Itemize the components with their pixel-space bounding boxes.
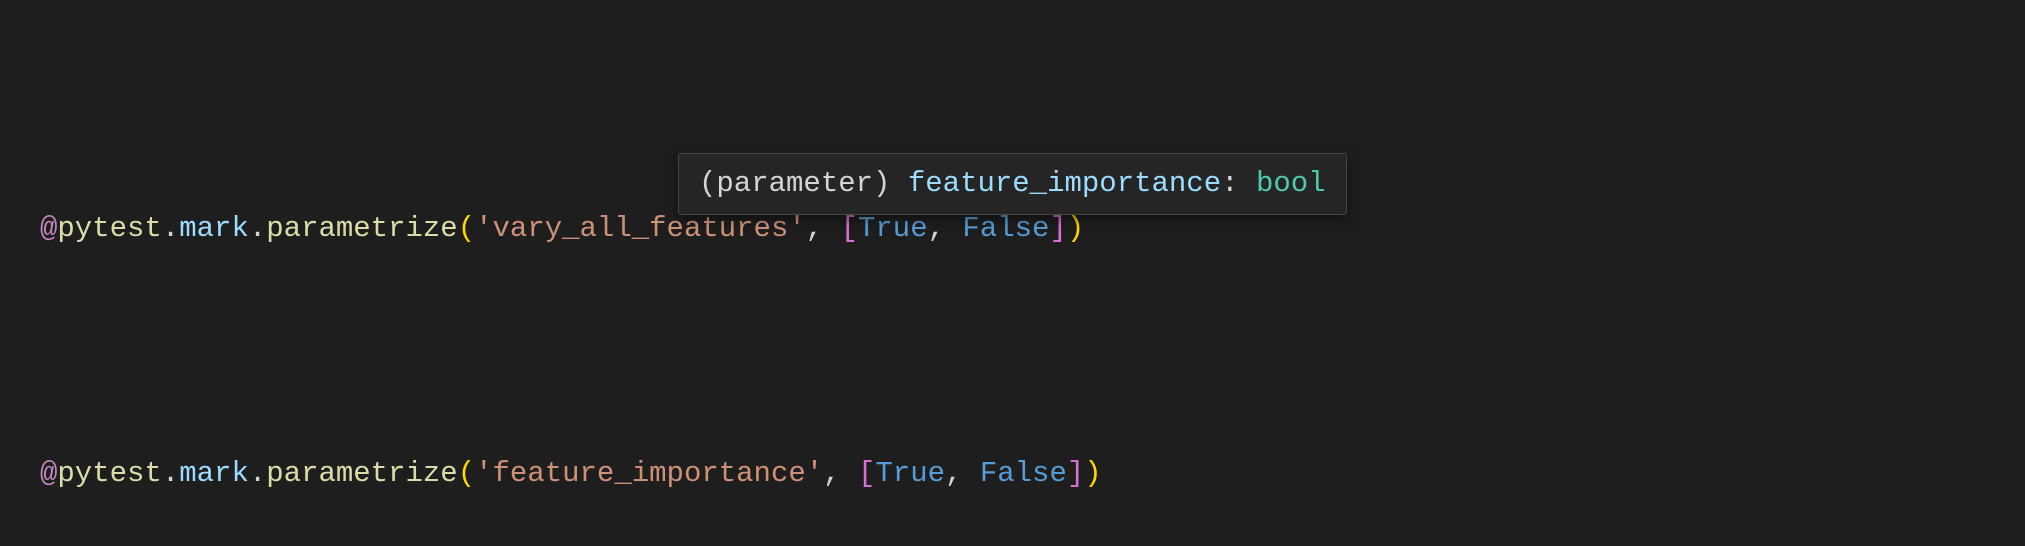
- close-paren: ): [1067, 212, 1084, 245]
- open-paren: (: [458, 212, 475, 245]
- tooltip-paren: ): [873, 167, 908, 200]
- comma: ,: [928, 212, 963, 245]
- decorator-module: pytest: [57, 457, 161, 490]
- constant-false: False: [962, 212, 1049, 245]
- constant-true: True: [875, 457, 945, 490]
- string-literal: 'vary_all_features': [475, 212, 806, 245]
- decorator-at: @: [40, 457, 57, 490]
- close-paren: ): [1084, 457, 1101, 490]
- decorator-attr: mark: [179, 457, 249, 490]
- dot: .: [249, 212, 266, 245]
- code-editor[interactable]: @pytest.mark.parametrize('vary_all_featu…: [0, 0, 2025, 546]
- tooltip-type: bool: [1256, 167, 1326, 200]
- comma: ,: [806, 212, 841, 245]
- constant-true: True: [858, 212, 928, 245]
- tooltip-param-name: feature_importance: [908, 167, 1221, 200]
- open-paren: (: [458, 457, 475, 490]
- comma: ,: [945, 457, 980, 490]
- tooltip-paren: (: [699, 167, 716, 200]
- open-bracket: [: [858, 457, 875, 490]
- decorator-func: parametrize: [266, 212, 457, 245]
- decorator-at: @: [40, 212, 57, 245]
- comma: ,: [823, 457, 858, 490]
- open-bracket: [: [841, 212, 858, 245]
- code-line[interactable]: @pytest.mark.parametrize('feature_import…: [40, 449, 2025, 498]
- tooltip-colon: :: [1221, 167, 1256, 200]
- dot: .: [162, 212, 179, 245]
- dot: .: [249, 457, 266, 490]
- decorator-func: parametrize: [266, 457, 457, 490]
- close-bracket: ]: [1067, 457, 1084, 490]
- dot: .: [162, 457, 179, 490]
- tooltip-kind: parameter: [716, 167, 873, 200]
- close-bracket: ]: [1049, 212, 1066, 245]
- constant-false: False: [980, 457, 1067, 490]
- decorator-module: pytest: [57, 212, 161, 245]
- decorator-attr: mark: [179, 212, 249, 245]
- string-literal: 'feature_importance': [475, 457, 823, 490]
- hover-tooltip: (parameter) feature_importance: bool: [678, 153, 1347, 215]
